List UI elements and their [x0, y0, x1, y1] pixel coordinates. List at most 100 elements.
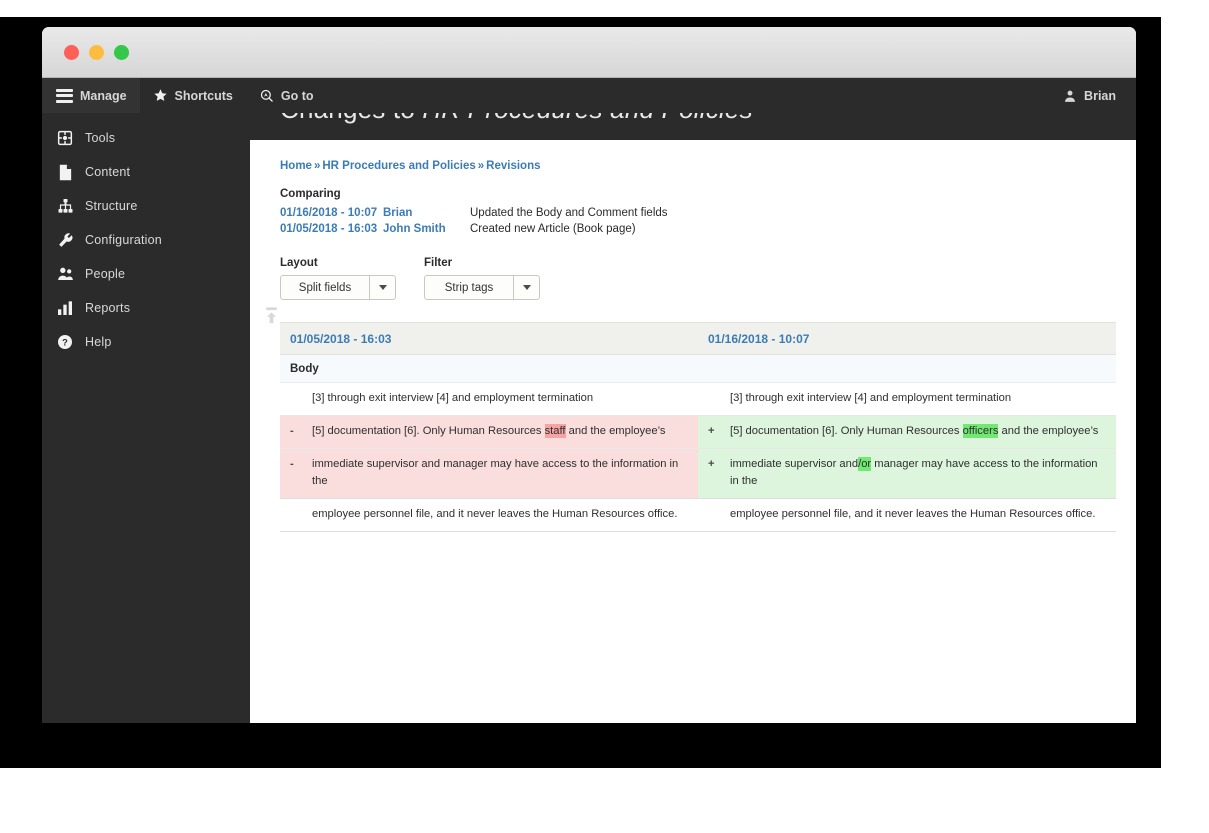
- diff-section-row: Body: [280, 355, 1116, 383]
- diff-highlight-added: /or: [858, 457, 872, 471]
- diff-left-cell: [3] through exit interview [4] and emplo…: [280, 383, 698, 415]
- diff-sign: [708, 506, 730, 523]
- sidebar-item-label: Configuration: [85, 233, 162, 247]
- diff-section-spacer: [698, 355, 1116, 382]
- diff-highlight-added: officers: [962, 424, 999, 438]
- revision-date[interactable]: 01/05/2018 - 16:03: [280, 221, 383, 237]
- breadcrumb-separator: »: [477, 160, 485, 172]
- diff-row-context: employee personnel file, and it never le…: [280, 499, 1116, 532]
- toolbar-user-menu[interactable]: Brian: [1063, 89, 1136, 103]
- diff-text: immediate supervisor and manager may hav…: [312, 456, 688, 490]
- sidebar-item-help[interactable]: ? Help: [42, 325, 250, 359]
- diff-sign-deleted: -: [290, 425, 294, 437]
- diff-sign-deleted: -: [290, 458, 294, 470]
- sidebar-item-tools[interactable]: Tools: [42, 121, 250, 155]
- filter-select[interactable]: Strip tags: [424, 275, 540, 300]
- revision-date[interactable]: 01/16/2018 - 10:07: [280, 205, 383, 221]
- toolbar-item-shortcuts[interactable]: Shortcuts: [140, 78, 246, 113]
- sidebar-item-label: Tools: [85, 131, 116, 145]
- close-button[interactable]: [64, 44, 79, 60]
- diff-sign-added: +: [708, 425, 715, 437]
- diff-table: 01/05/2018 - 16:03 01/16/2018 - 10:07 Bo…: [280, 322, 1116, 532]
- diff-right-cell: + [5] documentation [6]. Only Human Reso…: [698, 416, 1116, 448]
- filter-control: Filter Strip tags: [424, 257, 540, 300]
- collapse-up-icon: [264, 306, 279, 326]
- comparing-row: 01/16/2018 - 10:07 Brian Updated the Bod…: [280, 205, 1110, 221]
- tools-icon: [54, 129, 76, 147]
- toolbar-shortcuts-label: Shortcuts: [174, 88, 233, 103]
- toolbar-item-manage[interactable]: Manage: [42, 78, 140, 113]
- diff-row-change: - immediate supervisor and manager may h…: [280, 449, 1116, 499]
- layout-control: Layout Split fields: [280, 257, 396, 300]
- toolbar-goto-label: Go to: [280, 88, 314, 103]
- sidebar-collapse-toggle[interactable]: [260, 303, 282, 329]
- diff-left-cell: employee personnel file, and it never le…: [280, 499, 698, 531]
- comparing-heading: Comparing: [280, 188, 341, 200]
- diff-highlight-deleted: staff: [544, 424, 566, 438]
- diff-sign: [290, 390, 312, 407]
- diff-row-change: - [5] documentation [6]. Only Human Reso…: [280, 416, 1116, 449]
- diff-table-header: 01/05/2018 - 16:03 01/16/2018 - 10:07: [280, 322, 1116, 355]
- diff-row-context: [3] through exit interview [4] and emplo…: [280, 383, 1116, 416]
- breadcrumb-separator: »: [313, 160, 321, 172]
- content-column: Changes to HR Procedures and Policies Ho…: [250, 78, 1136, 723]
- breadcrumb-item-hr-procedures[interactable]: HR Procedures and Policies: [322, 160, 475, 172]
- sidebar-item-configuration[interactable]: Configuration: [42, 223, 250, 257]
- filter-select-value[interactable]: Strip tags: [425, 276, 513, 299]
- revision-user[interactable]: Brian: [383, 205, 470, 221]
- filter-label: Filter: [424, 257, 453, 269]
- chevron-down-icon: [378, 285, 387, 290]
- breadcrumb-item-revisions[interactable]: Revisions: [486, 160, 540, 172]
- diff-text-post: and the employee’s: [565, 425, 666, 437]
- sidebar-item-structure[interactable]: Structure: [42, 189, 250, 223]
- sidebar-item-reports[interactable]: Reports: [42, 291, 250, 325]
- sidebar-item-label: Structure: [85, 199, 138, 213]
- layout-select[interactable]: Split fields: [280, 275, 396, 300]
- chevron-down-icon: [522, 285, 531, 290]
- wrench-icon: [54, 231, 76, 249]
- diff-sign-added: +: [708, 458, 715, 470]
- layout-label: Layout: [280, 257, 318, 269]
- filter-select-arrow[interactable]: [513, 276, 539, 299]
- diff-right-header: 01/16/2018 - 10:07: [708, 331, 810, 346]
- admin-toolbar: Manage Shortcuts Go to Brian: [42, 78, 1136, 113]
- diff-section-label: Body: [290, 362, 319, 375]
- breadcrumb-item-home[interactable]: Home: [280, 160, 312, 172]
- revision-description: Created new Article (Book page): [470, 223, 636, 235]
- diff-text: employee personnel file, and it never le…: [730, 508, 1096, 520]
- minimize-button[interactable]: [89, 44, 104, 60]
- layout-select-arrow[interactable]: [369, 276, 395, 299]
- page-body: Home» HR Procedures and Policies» Revision…: [250, 140, 1136, 723]
- bar-chart-icon: [54, 299, 76, 317]
- sidebar-item-label: Content: [85, 165, 131, 179]
- diff-right-cell: [3] through exit interview [4] and emplo…: [698, 383, 1116, 415]
- toolbar-manage-label: Manage: [80, 88, 127, 103]
- comparing-row: 01/05/2018 - 16:03 John Smith Created ne…: [280, 221, 1110, 237]
- user-avatar-icon: [1063, 89, 1077, 103]
- diff-sign: [290, 506, 312, 523]
- diff-sign: [708, 390, 730, 407]
- breadcrumb: Home» HR Procedures and Policies» Revision…: [280, 160, 1110, 172]
- revision-description: Updated the Body and Comment fields: [470, 207, 668, 219]
- toolbar-user-label: Brian: [1084, 88, 1116, 103]
- diff-right-cell: employee personnel file, and it never le…: [698, 499, 1116, 531]
- diff-text: [5] documentation [6]. Only Human Resour…: [730, 423, 1106, 440]
- diff-left-cell: - [5] documentation [6]. Only Human Reso…: [280, 416, 698, 448]
- diff-text: [3] through exit interview [4] and emplo…: [730, 392, 1012, 404]
- question-circle-icon: ?: [54, 333, 76, 351]
- diff-left-cell: - immediate supervisor and manager may h…: [280, 449, 698, 498]
- layout-select-value[interactable]: Split fields: [281, 276, 369, 299]
- comparing-block: Comparing 01/16/2018 - 10:07 Brian Updat…: [280, 188, 1110, 237]
- sitemap-icon: [54, 197, 76, 215]
- diff-text: immediate supervisor and/or manager may …: [730, 456, 1106, 490]
- diff-text-pre: immediate supervisor and: [730, 458, 859, 470]
- revision-user[interactable]: John Smith: [383, 221, 470, 237]
- sidebar: Tools Content Structure Configuration Pe…: [42, 78, 277, 723]
- diff-text-post: and the employee’s: [998, 425, 1099, 437]
- maximize-button[interactable]: [114, 44, 129, 60]
- sidebar-item-content[interactable]: Content: [42, 155, 250, 189]
- toolbar-item-goto[interactable]: Go to: [246, 78, 327, 113]
- star-icon: [153, 88, 168, 103]
- sidebar-item-label: Reports: [85, 301, 131, 315]
- sidebar-item-people[interactable]: People: [42, 257, 250, 291]
